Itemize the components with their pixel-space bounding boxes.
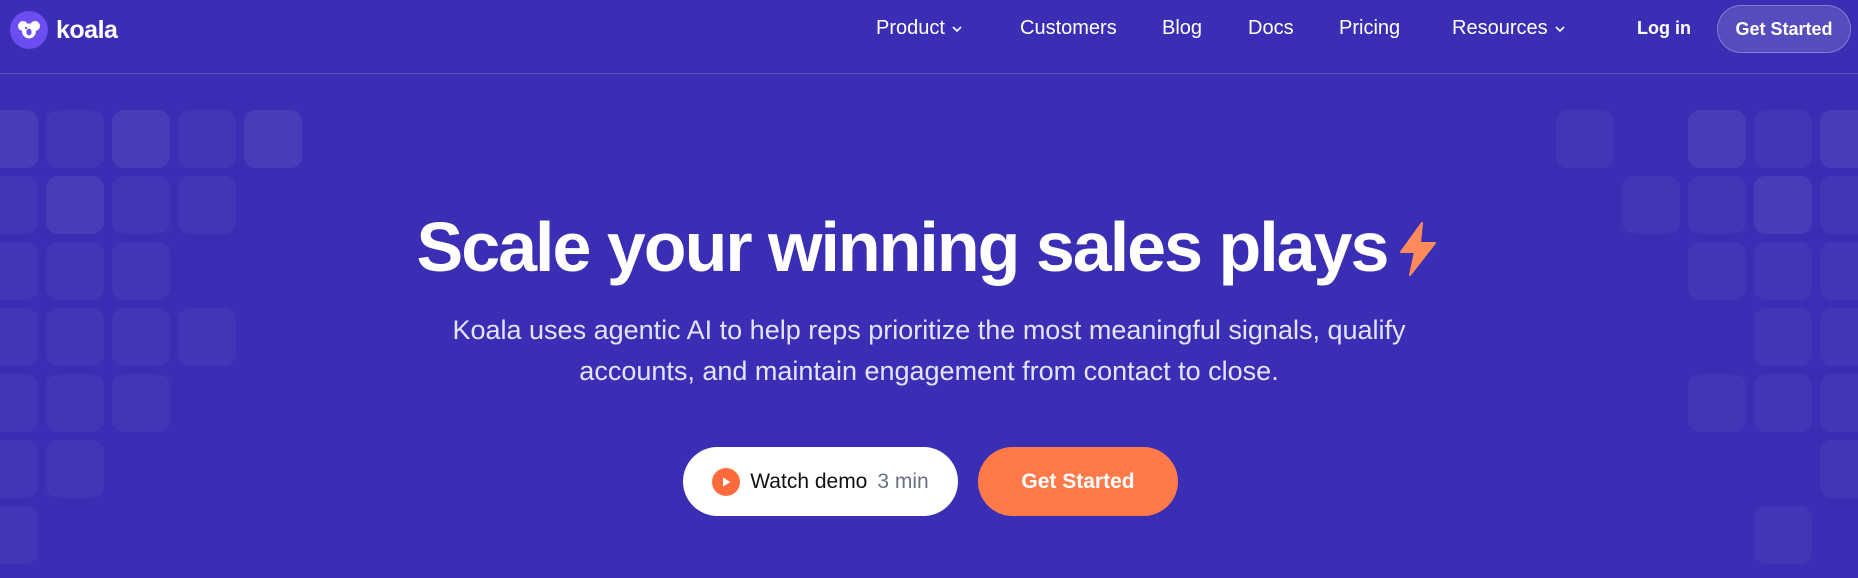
- top-nav: koala Product Customers Blog Docs Pricin…: [0, 0, 1858, 74]
- koala-logo-icon: [10, 11, 48, 49]
- watch-demo-label: Watch demo: [750, 469, 868, 493]
- nav-get-started-button[interactable]: Get Started: [1717, 5, 1851, 53]
- nav-resources-label: Resources: [1452, 17, 1548, 39]
- headline-text-pre: Scale your: [416, 208, 769, 286]
- hero-get-started-button[interactable]: Get Started: [978, 447, 1178, 516]
- brand-name: koala: [56, 15, 118, 44]
- decorative-tile-grid-right: [1558, 110, 1858, 550]
- nav-docs[interactable]: Docs: [1248, 17, 1294, 40]
- nav-product-label: Product: [876, 17, 945, 39]
- login-link[interactable]: Log in: [1637, 18, 1691, 39]
- koala-logo[interactable]: koala: [10, 11, 118, 49]
- nav-product[interactable]: Product: [876, 17, 963, 40]
- demo-duration: 3 min: [877, 469, 929, 493]
- nav-blog[interactable]: Blog: [1162, 17, 1202, 40]
- lightning-bolt-icon: [1400, 222, 1437, 276]
- chevron-down-icon: [1555, 25, 1565, 32]
- headline-text-post: sales plays: [1018, 208, 1390, 286]
- decorative-tile-grid-left: [0, 110, 302, 550]
- nav-pricing[interactable]: Pricing: [1339, 17, 1400, 40]
- hero-subtitle: Koala uses agentic AI to help reps prior…: [452, 315, 1406, 386]
- landing-page: koala Product Customers Blog Docs Pricin…: [0, 0, 1858, 578]
- hero-headline: Scale your winning sales plays: [0, 205, 1858, 289]
- watch-demo-button[interactable]: Watch demo 3 min: [683, 447, 958, 516]
- nav-resources[interactable]: Resources: [1452, 17, 1566, 40]
- headline-text-bold: winning: [768, 208, 1020, 286]
- nav-customers[interactable]: Customers: [1020, 17, 1117, 40]
- chevron-down-icon: [952, 25, 962, 32]
- play-icon: [712, 467, 741, 496]
